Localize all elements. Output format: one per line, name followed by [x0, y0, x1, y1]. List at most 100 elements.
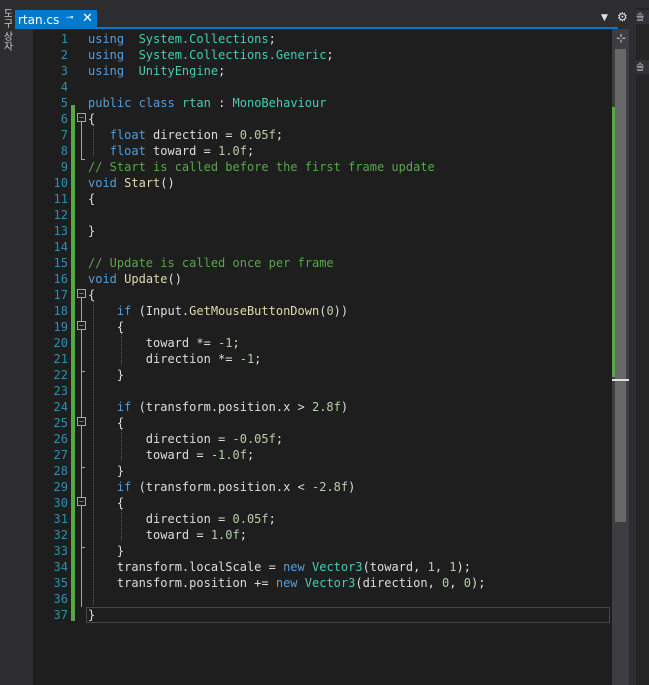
code-line[interactable]: float direction = 0.05f; — [88, 127, 283, 143]
gear-icon[interactable]: ⚙ — [617, 10, 628, 24]
code-token: // Update is called once per frame — [88, 256, 334, 270]
close-icon[interactable]: ✕ — [82, 11, 93, 26]
tab-dropdown-icon[interactable]: ▼ — [601, 13, 608, 23]
scrollbar-caret-marker — [612, 379, 629, 381]
code-token: using — [88, 48, 125, 62]
code-token: { — [88, 416, 125, 430]
line-number: 22 — [53, 368, 68, 382]
code-token: ; — [232, 336, 240, 350]
fold-toggle-icon[interactable]: − — [77, 497, 86, 506]
code-token: } — [88, 224, 96, 238]
code-line[interactable]: direction = -0.05f; — [88, 431, 283, 447]
code-token: if — [116, 304, 132, 318]
line-number: 31 — [53, 512, 68, 526]
line-number: 37 — [53, 608, 68, 622]
line-number: 24 — [53, 400, 68, 414]
line-number: 23 — [53, 384, 68, 398]
code-token: (transform.position.x < — [131, 480, 312, 494]
code-line[interactable]: { — [88, 415, 124, 431]
code-line[interactable]: void Update() — [88, 271, 182, 287]
code-line[interactable]: toward = 1.0f; — [88, 527, 247, 543]
code-line[interactable]: using System.Collections.Generic; — [88, 47, 334, 63]
code-token: -2.8f — [311, 480, 349, 494]
code-line[interactable]: } — [88, 367, 124, 383]
code-token: , — [434, 560, 450, 574]
panel-tab[interactable]: 솔 — [636, 60, 649, 74]
code-line[interactable]: } — [88, 543, 124, 559]
code-line[interactable]: { — [88, 191, 95, 207]
code-token: void — [88, 176, 117, 190]
vertical-scrollbar[interactable]: ⊹ — [612, 29, 629, 685]
code-token: { — [88, 288, 96, 302]
code-line[interactable]: { — [88, 111, 95, 127]
code-line[interactable]: { — [88, 287, 95, 303]
code-token: transform.localScale = — [88, 560, 284, 574]
code-line[interactable]: } — [88, 223, 95, 239]
code-line[interactable]: if (transform.position.x > 2.8f) — [88, 399, 348, 415]
code-line[interactable]: using UnityEngine; — [88, 63, 225, 79]
fold-toggle-icon[interactable]: − — [77, 289, 86, 298]
code-token: GetMouseButtonDown — [189, 304, 320, 318]
code-line[interactable]: // Start is called before the first fram… — [88, 159, 435, 175]
code-line[interactable]: { — [88, 319, 124, 335]
code-line[interactable]: transform.position += new Vector3(direct… — [88, 575, 486, 591]
code-token: : — [210, 96, 233, 110]
code-token: direction = — [145, 128, 240, 142]
fold-end — [81, 547, 85, 548]
line-number: 1 — [60, 32, 68, 46]
code-line[interactable]: { — [88, 495, 124, 511]
code-token: System.Collections — [138, 32, 269, 46]
line-number: 8 — [60, 144, 68, 158]
code-line[interactable]: // Update is called once per frame — [88, 255, 334, 271]
code-line[interactable]: float toward = 1.0f; — [88, 143, 255, 159]
fold-toggle-icon[interactable]: − — [77, 321, 86, 330]
code-token: rtan — [181, 96, 211, 110]
code-line[interactable]: toward *= -1; — [88, 335, 240, 351]
code-token: ; — [239, 528, 247, 542]
split-window-icon[interactable]: ⊹ — [615, 31, 627, 45]
code-line[interactable]: void Start() — [88, 175, 175, 191]
tab-title: rtan.cs — [18, 13, 60, 27]
pin-icon[interactable]: ⊸ — [66, 13, 74, 23]
code-line[interactable]: direction = 0.05f; — [88, 511, 276, 527]
code-line[interactable]: toward = -1.0f; — [88, 447, 254, 463]
fold-toggle-icon[interactable]: − — [77, 113, 86, 122]
panel-tab[interactable]: 솔 — [636, 10, 649, 24]
code-token: 0 — [326, 304, 334, 318]
scrollbar-thumb[interactable] — [615, 49, 626, 522]
toolbox-strip[interactable]: 도구 상자 — [0, 0, 12, 685]
code-line[interactable]: } — [88, 463, 124, 479]
code-token: toward = — [88, 448, 211, 462]
toolbox-label[interactable]: 도구 상자 — [0, 8, 12, 51]
code-token: ; — [268, 32, 276, 46]
code-line[interactable]: public class rtan : MonoBehaviour — [88, 95, 326, 111]
code-token: ; — [254, 352, 262, 366]
line-number: 10 — [53, 176, 68, 190]
line-number: 3 — [60, 64, 68, 78]
code-line[interactable]: } — [88, 607, 95, 623]
code-token: Start — [124, 176, 161, 190]
code-line[interactable]: direction *= -1; — [88, 351, 262, 367]
code-token: { — [88, 112, 96, 126]
code-line[interactable]: using System.Collections; — [88, 31, 276, 47]
code-token: 0.05f — [239, 128, 276, 142]
fold-line — [81, 122, 82, 159]
code-token: if — [116, 400, 132, 414]
code-line[interactable]: if (Input.GetMouseButtonDown(0)) — [88, 303, 348, 319]
code-token: (Input. — [131, 304, 190, 318]
code-token: ; — [246, 144, 255, 158]
code-token: -1 — [239, 352, 255, 366]
code-line[interactable]: if (transform.position.x < -2.8f) — [88, 479, 355, 495]
code-token: ) — [348, 480, 356, 494]
code-editor[interactable]: 1 2 3 4 5 6 7 8 9 10 11 12 13 14 15 16 17 18 19 20 21 22 23 24 2… — [33, 29, 612, 685]
code-line[interactable]: transform.localScale = new Vector3(towar… — [88, 559, 471, 575]
code-token: (direction, — [355, 576, 443, 590]
fold-toggle-icon[interactable]: − — [77, 417, 86, 426]
